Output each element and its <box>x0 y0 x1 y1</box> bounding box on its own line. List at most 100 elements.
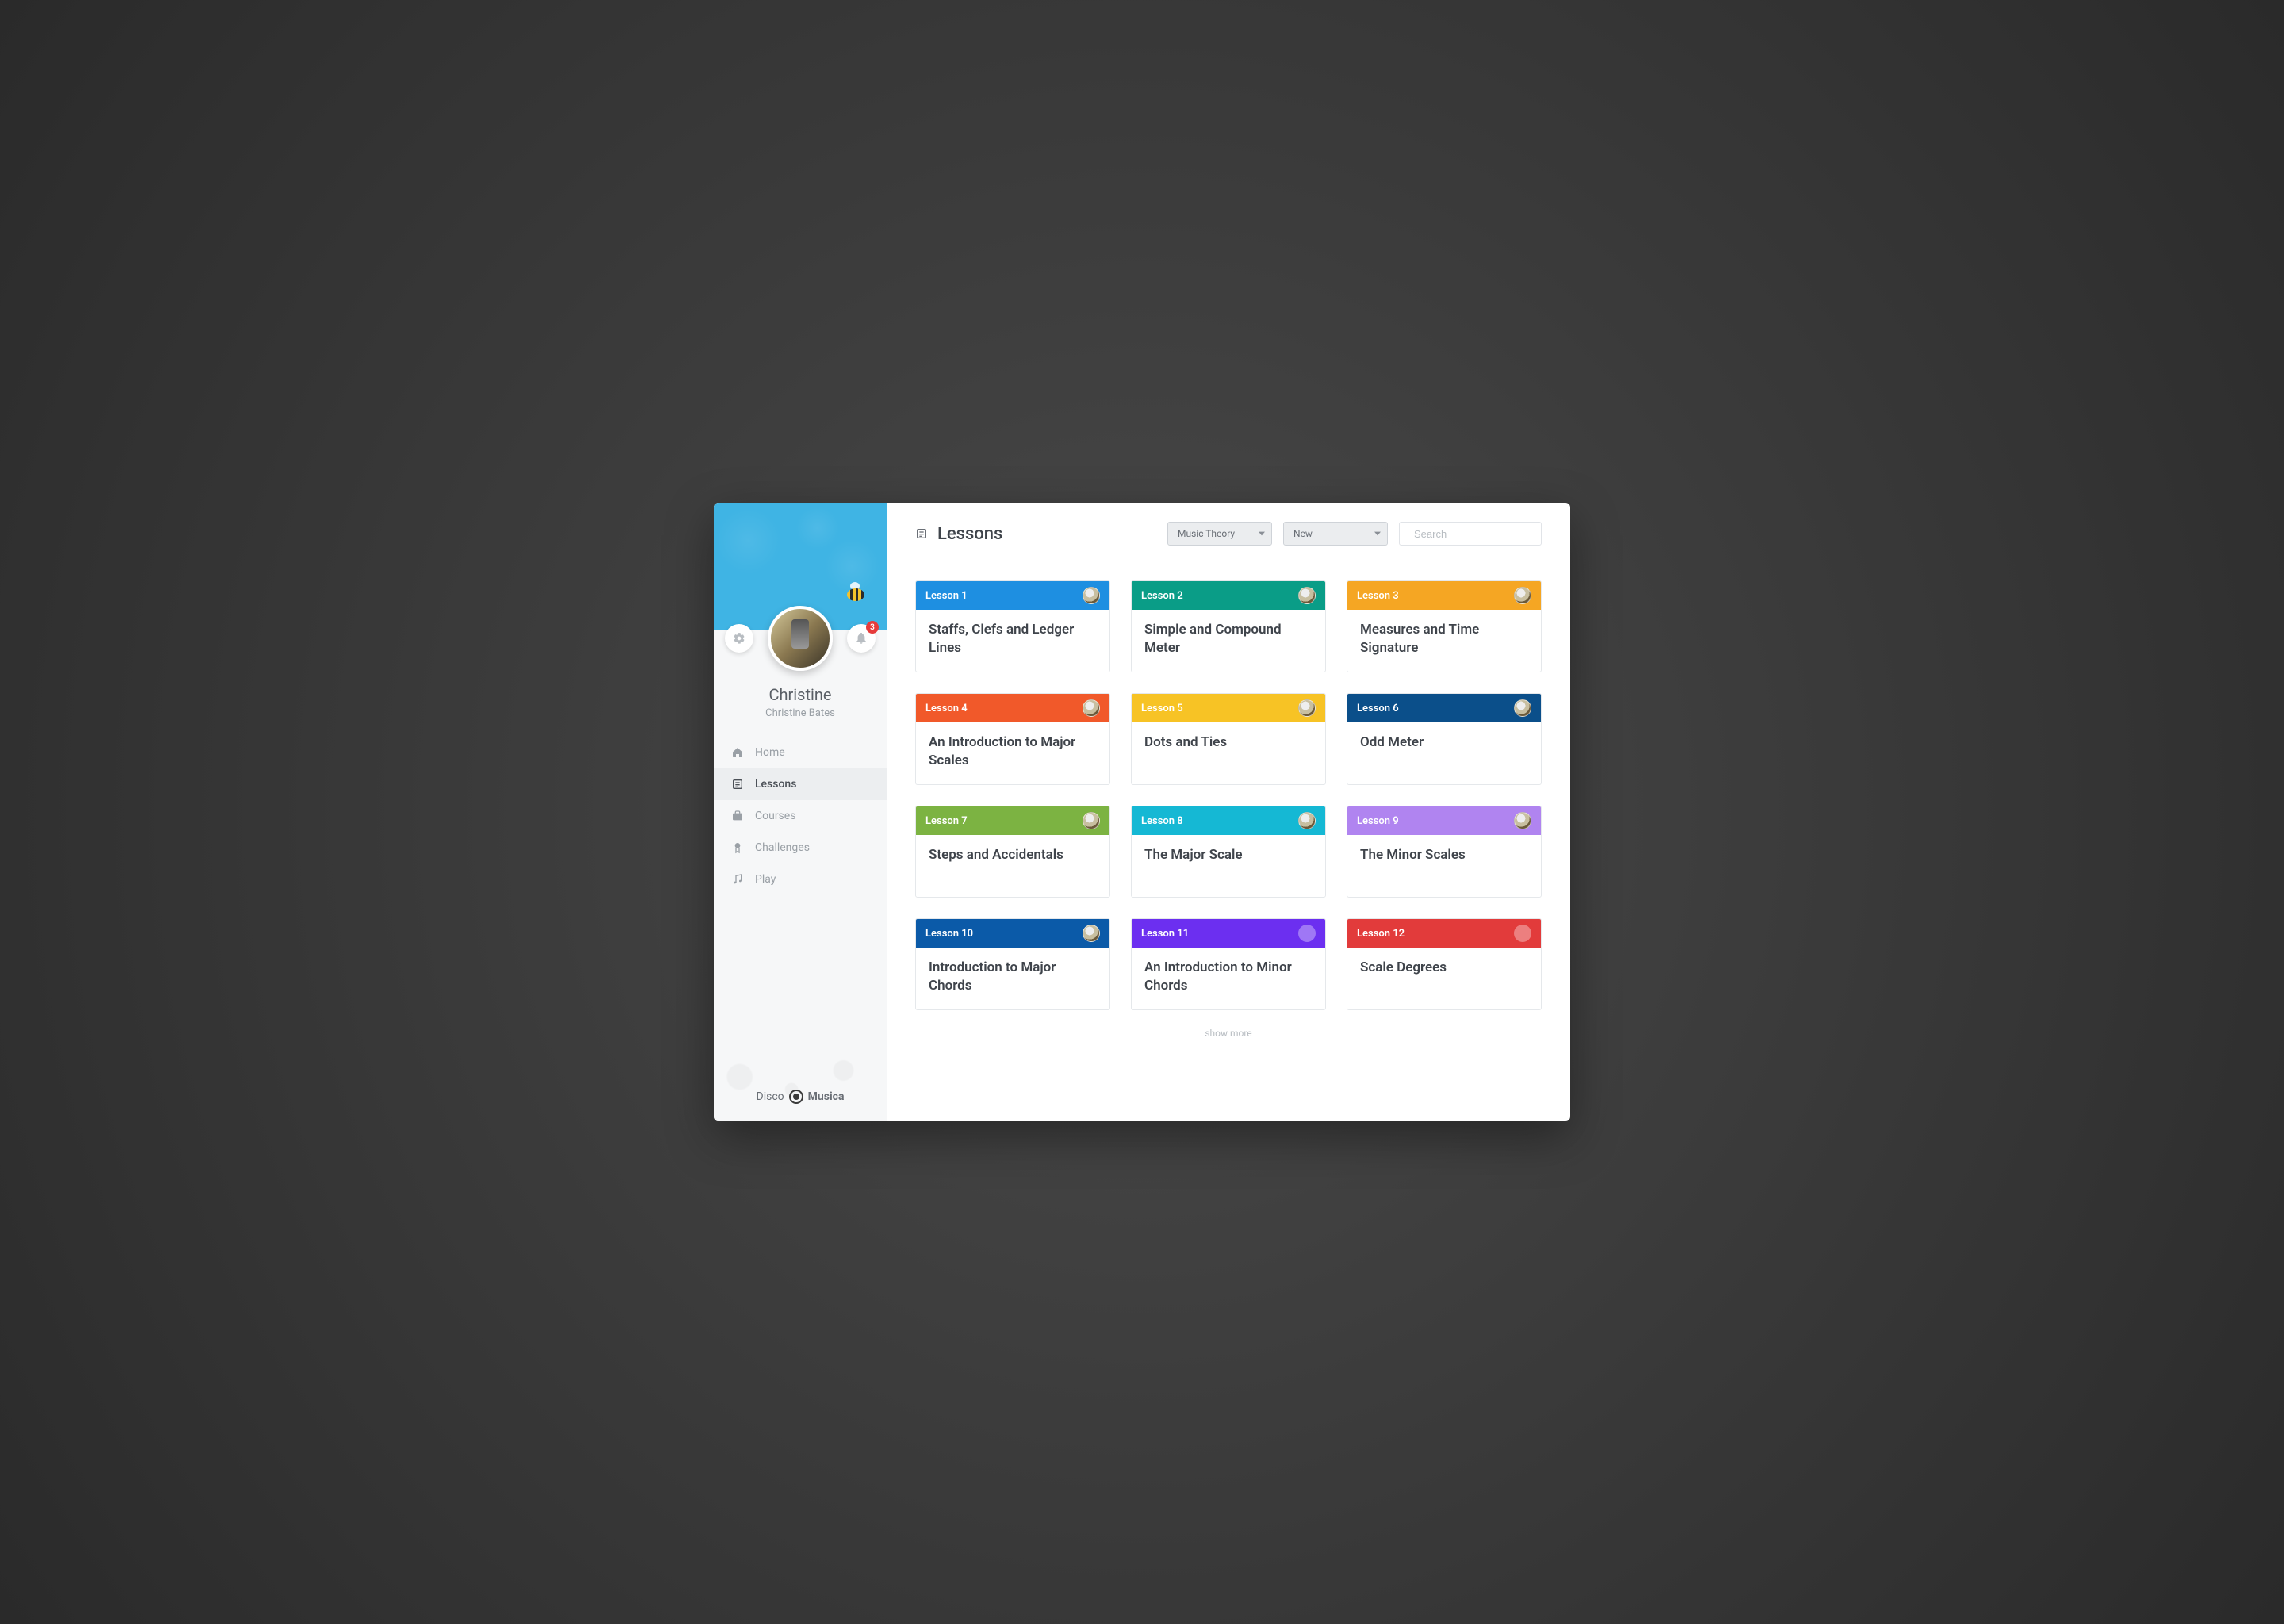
lesson-author-avatar <box>1083 925 1100 942</box>
lesson-title: An Introduction to Major Scales <box>916 722 1109 784</box>
main: Lessons Music Theory New Lesson 1 Staffs,… <box>887 503 1570 1121</box>
sidebar-item-label: Challenges <box>755 841 810 854</box>
app-window: 3 Christine Christine Bates Home Lessons C… <box>714 503 1570 1121</box>
sidebar-item-challenges[interactable]: Challenges <box>714 832 887 864</box>
lesson-label: Lesson 11 <box>1141 928 1189 940</box>
home-icon <box>731 746 744 759</box>
lesson-card[interactable]: Lesson 4 An Introduction to Major Scales <box>915 693 1110 785</box>
lesson-title: Introduction to Major Chords <box>916 948 1109 1009</box>
profile-name: Christine Christine Bates <box>714 685 887 719</box>
settings-button[interactable] <box>725 624 753 653</box>
notifications-button[interactable]: 3 <box>847 624 876 653</box>
lesson-card[interactable]: Lesson 12 Scale Degrees <box>1347 918 1542 1010</box>
lesson-card[interactable]: Lesson 10 Introduction to Major Chords <box>915 918 1110 1010</box>
profile-row: 3 <box>714 606 887 671</box>
lesson-author-avatar <box>1514 699 1531 717</box>
lesson-label: Lesson 1 <box>925 590 968 602</box>
sidebar-item-label: Courses <box>755 810 795 822</box>
lesson-card-header: Lesson 10 <box>916 919 1109 948</box>
chevron-down-icon <box>1374 530 1381 537</box>
brand-suffix: Musica <box>808 1090 845 1103</box>
avatar[interactable] <box>768 606 833 671</box>
lesson-title: An Introduction to Minor Chords <box>1132 948 1325 1009</box>
lessons-grid: Lesson 1Staffs, Clefs and Ledger LinesLe… <box>915 580 1542 1010</box>
sidebar-item-label: Lessons <box>755 778 796 791</box>
sort-select-value: New <box>1293 528 1313 539</box>
profile-first-name: Christine <box>714 685 887 704</box>
lesson-author-avatar <box>1298 587 1316 604</box>
sidebar-nav: Home Lessons Courses Challenges Play <box>714 737 887 895</box>
search-box[interactable] <box>1399 522 1542 546</box>
music-icon <box>731 873 744 886</box>
lesson-title: Measures and Time Signature <box>1347 610 1541 672</box>
lesson-card[interactable]: Lesson 6Odd Meter <box>1347 693 1542 785</box>
brand: Disco Musica <box>757 1090 845 1104</box>
briefcase-icon <box>731 810 744 822</box>
sidebar-item-lessons[interactable]: Lessons <box>714 768 887 800</box>
lesson-card-header: Lesson 7 <box>916 806 1109 835</box>
lesson-card[interactable]: Lesson 5Dots and Ties <box>1131 693 1326 785</box>
lesson-label: Lesson 2 <box>1141 590 1183 602</box>
sidebar: 3 Christine Christine Bates Home Lessons C… <box>714 503 887 1121</box>
lesson-label: Lesson 12 <box>1357 928 1405 940</box>
lesson-title: Odd Meter <box>1347 722 1541 784</box>
search-input[interactable] <box>1414 528 1554 540</box>
lesson-author-avatar <box>1298 699 1316 717</box>
lesson-author-avatar <box>1514 587 1531 604</box>
notification-badge: 3 <box>866 621 879 634</box>
category-select-value: Music Theory <box>1178 528 1235 539</box>
sort-select[interactable]: New <box>1283 522 1388 546</box>
chevron-down-icon <box>1259 530 1265 537</box>
lesson-card[interactable]: Lesson 2 Simple and Compound Meter <box>1131 580 1326 672</box>
lesson-card-header: Lesson 11 <box>1132 919 1325 948</box>
lesson-label: Lesson 3 <box>1357 590 1399 602</box>
lesson-card[interactable]: Lesson 1 Staffs, Clefs and Ledger Lines <box>915 580 1110 672</box>
sidebar-item-home[interactable]: Home <box>714 737 887 768</box>
lesson-author-avatar <box>1298 925 1316 942</box>
bee-decoration <box>839 582 871 606</box>
lesson-card-header: Lesson 8 <box>1132 806 1325 835</box>
lesson-card-header: Lesson 12 <box>1347 919 1541 948</box>
lesson-author-avatar <box>1083 812 1100 829</box>
lesson-author-avatar <box>1083 587 1100 604</box>
list-icon <box>915 527 928 540</box>
badge-icon <box>731 841 744 854</box>
lesson-label: Lesson 5 <box>1141 703 1183 714</box>
lesson-card-header: Lesson 9 <box>1347 806 1541 835</box>
brand-prefix: Disco <box>757 1090 784 1103</box>
lesson-card[interactable]: Lesson 8 The Major Scale <box>1131 806 1326 898</box>
lesson-card-header: Lesson 5 <box>1132 694 1325 722</box>
lesson-label: Lesson 7 <box>925 815 968 827</box>
gear-icon <box>733 632 745 645</box>
profile-full-name: Christine Bates <box>714 707 887 719</box>
show-more-link[interactable]: show more <box>915 1028 1542 1039</box>
lesson-card[interactable]: Lesson 7 Steps and Accidentals <box>915 806 1110 898</box>
lesson-title: Staffs, Clefs and Ledger Lines <box>916 610 1109 672</box>
lesson-author-avatar <box>1083 699 1100 717</box>
lesson-card[interactable]: Lesson 11 An Introduction to Minor Chords <box>1131 918 1326 1010</box>
sidebar-item-play[interactable]: Play <box>714 864 887 895</box>
lesson-label: Lesson 10 <box>925 928 973 940</box>
lesson-title: The Major Scale <box>1132 835 1325 897</box>
page-title-text: Lessons <box>937 524 1002 544</box>
brand-logo-icon <box>789 1090 803 1104</box>
lesson-author-avatar <box>1514 925 1531 942</box>
lesson-card-header: Lesson 6 <box>1347 694 1541 722</box>
bell-icon <box>855 632 868 645</box>
sidebar-item-label: Home <box>755 746 785 759</box>
lesson-title: Simple and Compound Meter <box>1132 610 1325 672</box>
lesson-card-header: Lesson 3 <box>1347 581 1541 610</box>
lesson-card-header: Lesson 1 <box>916 581 1109 610</box>
lesson-title: Steps and Accidentals <box>916 835 1109 897</box>
lesson-label: Lesson 4 <box>925 703 968 714</box>
page-title: Lessons <box>915 524 1002 544</box>
sidebar-footer: Disco Musica <box>714 1075 887 1121</box>
lesson-card-header: Lesson 4 <box>916 694 1109 722</box>
lesson-label: Lesson 8 <box>1141 815 1183 827</box>
sidebar-item-label: Play <box>755 873 776 886</box>
lesson-card[interactable]: Lesson 9The Minor Scales <box>1347 806 1542 898</box>
lesson-card[interactable]: Lesson 3 Measures and Time Signature <box>1347 580 1542 672</box>
lesson-title: Scale Degrees <box>1347 948 1541 1009</box>
category-select[interactable]: Music Theory <box>1167 522 1272 546</box>
sidebar-item-courses[interactable]: Courses <box>714 800 887 832</box>
